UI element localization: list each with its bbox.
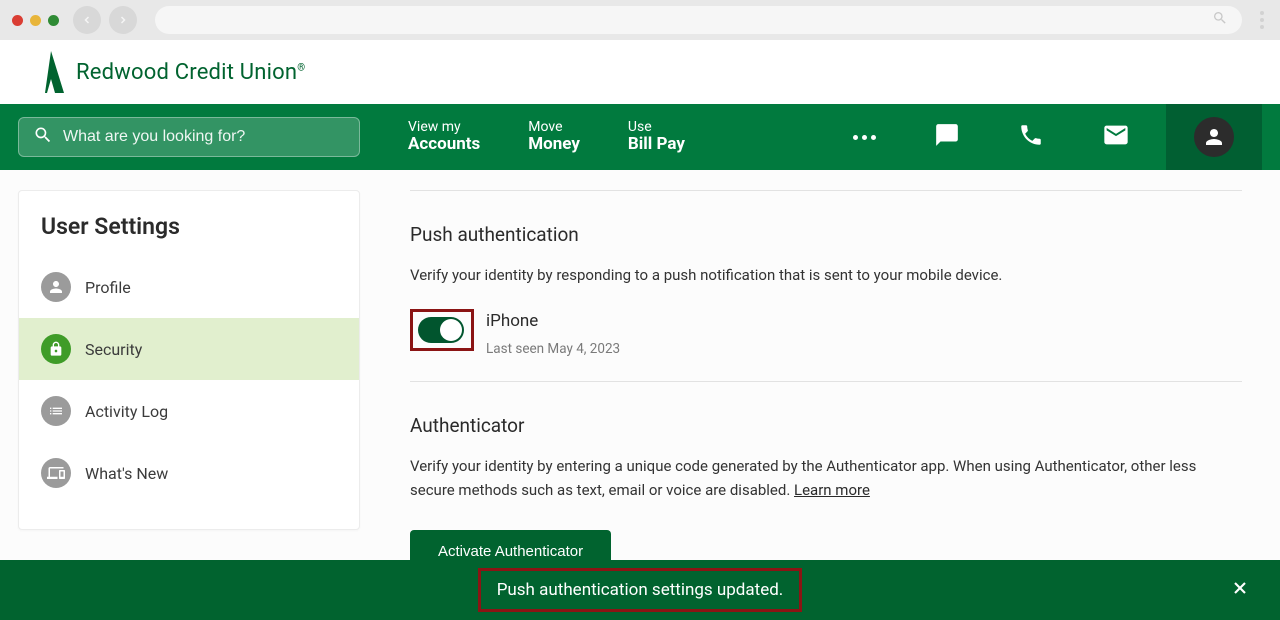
- phone-icon[interactable]: [1018, 122, 1044, 152]
- brand-logo[interactable]: Redwood Credit Union®: [36, 51, 305, 93]
- nav-links: View my Accounts Move Money Use Bill Pay: [408, 119, 685, 155]
- nav-link-small: Move: [528, 119, 580, 135]
- site-search-input[interactable]: [63, 128, 345, 146]
- browser-back-button[interactable]: [73, 6, 101, 34]
- lock-icon: [41, 334, 71, 364]
- nav-link-label: Bill Pay: [628, 135, 685, 155]
- sidebar-item-label: Profile: [85, 278, 131, 297]
- authenticator-description: Verify your identity by entering a uniqu…: [410, 455, 1242, 502]
- authenticator-heading: Authenticator: [410, 414, 1242, 437]
- logo-bar: Redwood Credit Union®: [0, 40, 1280, 104]
- sidebar-item-label: Security: [85, 340, 142, 359]
- primary-nav: View my Accounts Move Money Use Bill Pay: [0, 104, 1280, 170]
- sidebar-item-security[interactable]: Security: [19, 318, 359, 380]
- nav-link-billpay[interactable]: Use Bill Pay: [628, 119, 685, 155]
- avatar-icon: [1194, 117, 1234, 157]
- toggle-highlight: [410, 309, 474, 351]
- chat-icon[interactable]: [934, 122, 960, 152]
- search-icon: [1212, 10, 1228, 30]
- push-auth-description: Verify your identity by responding to a …: [410, 264, 1242, 287]
- window-controls: [12, 15, 59, 26]
- toggle-knob: [440, 319, 462, 341]
- sidebar-title: User Settings: [19, 213, 359, 256]
- nav-link-accounts[interactable]: View my Accounts: [408, 119, 480, 155]
- user-settings-sidebar: User Settings Profile Security Activity …: [18, 190, 360, 530]
- window-close[interactable]: [12, 15, 23, 26]
- toast-message: Push authentication settings updated.: [478, 568, 803, 612]
- brand-name: Redwood Credit Union®: [76, 60, 305, 85]
- browser-chrome: [0, 0, 1280, 40]
- search-icon: [33, 125, 53, 149]
- push-auth-heading: Push authentication: [410, 223, 1242, 246]
- mail-icon[interactable]: [1102, 121, 1130, 153]
- nav-link-small: View my: [408, 119, 480, 135]
- push-device-row: iPhone Last seen May 4, 2023: [410, 309, 1242, 357]
- security-settings-pane: Push authentication Verify your identity…: [360, 190, 1262, 620]
- nav-link-label: Accounts: [408, 135, 480, 155]
- sidebar-item-whats-new[interactable]: What's New: [19, 442, 359, 504]
- window-minimize[interactable]: [30, 15, 41, 26]
- toast-close-button[interactable]: [1230, 578, 1250, 602]
- device-name: iPhone: [486, 311, 620, 331]
- browser-nav-arrows: [73, 6, 137, 34]
- account-menu[interactable]: [1166, 104, 1262, 170]
- list-icon: [41, 396, 71, 426]
- section-divider: [410, 381, 1242, 382]
- browser-url-bar[interactable]: [155, 6, 1242, 34]
- sidebar-item-label: Activity Log: [85, 402, 168, 421]
- sidebar-item-profile[interactable]: Profile: [19, 256, 359, 318]
- nav-link-small: Use: [628, 119, 685, 135]
- sidebar-item-activity-log[interactable]: Activity Log: [19, 380, 359, 442]
- window-maximize[interactable]: [48, 15, 59, 26]
- site-search[interactable]: [18, 117, 360, 157]
- nav-link-label: Money: [528, 135, 580, 155]
- device-info: iPhone Last seen May 4, 2023: [486, 309, 620, 357]
- browser-menu-icon[interactable]: [1260, 11, 1268, 29]
- person-icon: [41, 272, 71, 302]
- devices-icon: [41, 458, 71, 488]
- nav-link-money[interactable]: Move Money: [528, 119, 580, 155]
- nav-icons: [853, 121, 1130, 153]
- content-area: User Settings Profile Security Activity …: [0, 170, 1280, 620]
- toast-notification: Push authentication settings updated.: [0, 560, 1280, 620]
- browser-forward-button[interactable]: [109, 6, 137, 34]
- more-icon[interactable]: [853, 135, 876, 140]
- close-icon: [1230, 578, 1250, 598]
- push-auth-toggle[interactable]: [418, 317, 464, 343]
- learn-more-link[interactable]: Learn more: [794, 481, 870, 499]
- sidebar-item-label: What's New: [85, 464, 168, 483]
- section-divider: [410, 190, 1242, 191]
- device-last-seen: Last seen May 4, 2023: [486, 341, 620, 357]
- tree-icon: [36, 51, 66, 93]
